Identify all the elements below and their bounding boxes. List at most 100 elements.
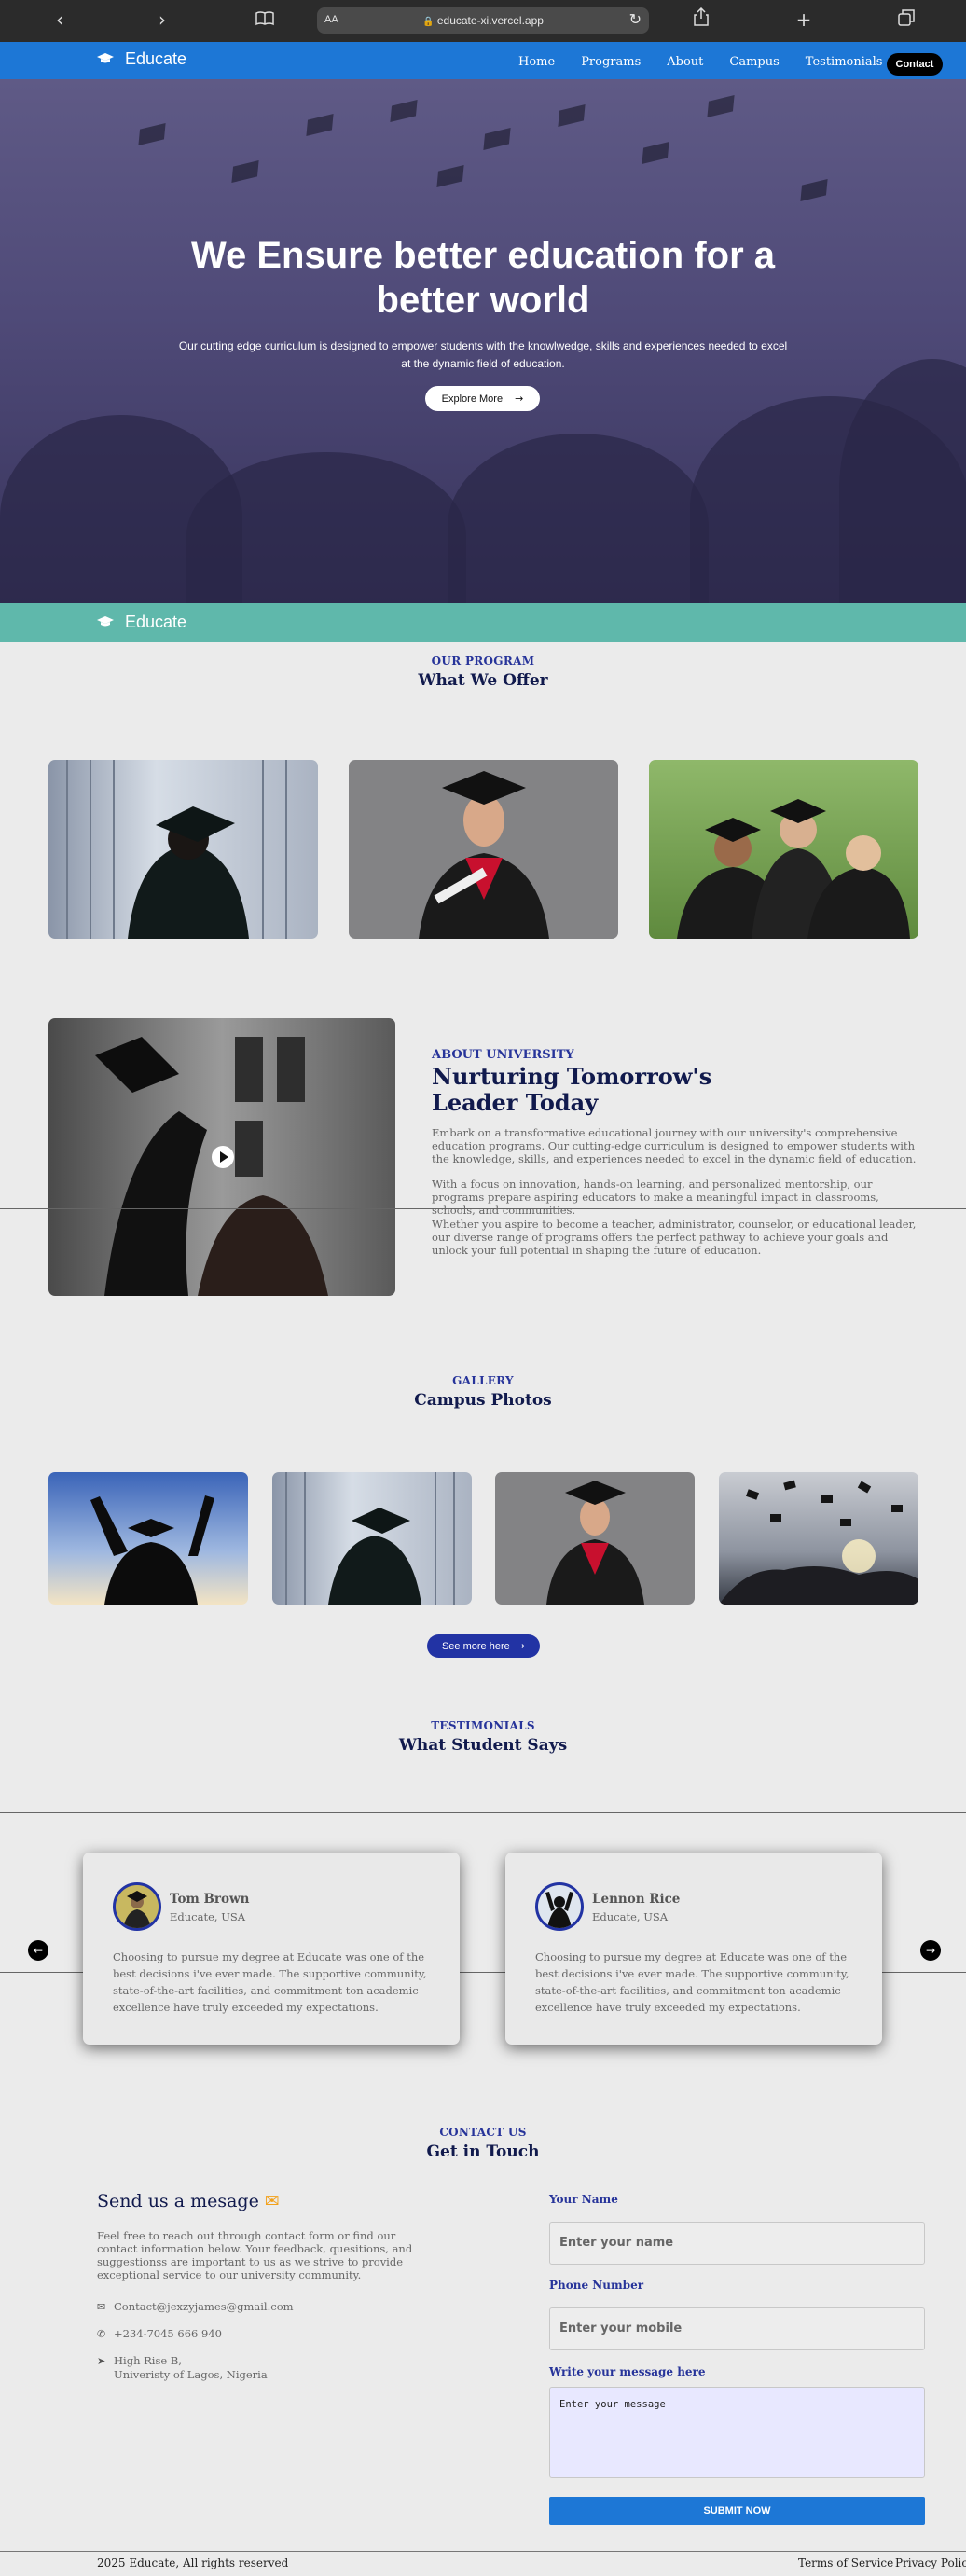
graduation-cap-icon [97,615,114,632]
browser-toolbar: ‹ › AA 🔒 educate-xi.vercel.app ↻ + [0,0,966,42]
share-icon[interactable] [688,7,714,32]
testimonial-text: Choosing to pursue my degree at Educate … [113,1950,427,2014]
contact-button[interactable]: Contact [887,53,943,76]
phone-input[interactable]: Enter your mobile [549,2307,925,2350]
new-tab-icon[interactable]: + [791,7,817,32]
copyright-text: 2025 Educate, All rights reserved [97,2556,289,2569]
divider-line [0,1208,966,1209]
terms-link[interactable]: Terms of Service [798,2556,893,2569]
testimonial-card: Lennon Rice Educate, USA Choosing to pur… [505,1853,882,2045]
avatar [113,1882,161,1931]
address-line-2: Univeristy of Lagos, Nigeria [114,2368,268,2381]
contact-email: ✉ Contact@jexzyjames@gmail.com [97,2300,294,2314]
program-photo-3[interactable] [649,760,918,939]
forward-icon[interactable]: › [149,7,175,32]
url-text: 🔒 educate-xi.vercel.app [317,14,649,27]
submit-button[interactable]: SUBMIT NOW [549,2497,925,2525]
gallery-title: Campus Photos [414,1391,552,1410]
nav-links: Home Programs About Campus Testimonials [518,55,882,69]
name-input[interactable]: Enter your name [549,2222,925,2265]
avatar [535,1882,584,1931]
arrow-left-icon: ← [33,1944,44,1957]
tabs-icon[interactable] [893,7,919,32]
program-title: What We Offer [418,671,548,690]
nav-link-about[interactable]: About [667,55,703,69]
testimonial-card: Tom Brown Educate, USA Choosing to pursu… [83,1853,460,2045]
phone-text: +234-7045 666 940 [114,2327,222,2340]
contact-kicker: CONTACT US [439,2126,527,2139]
message-label: Write your message here [549,2365,706,2378]
contact-address: ➤ High Rise B, Univeristy of Lagos, Niger… [97,2354,268,2382]
about-paragraph-1: Embark on a transformative educational j… [432,1126,917,1165]
location-arrow-icon: ➤ [97,2355,106,2367]
carousel-prev-button[interactable]: ← [28,1940,48,1961]
phone-label: Phone Number [549,2279,644,2292]
about-title: Nurturing Tomorrow's Leader Today [432,1063,712,1116]
testimonial-location: Educate, USA [592,1910,669,1923]
testimonial-location: Educate, USA [170,1910,246,1923]
explore-more-label: Explore More [441,393,504,405]
message-title-text: Send us a mesage [97,2191,259,2211]
address-line-1: High Rise B, [114,2354,182,2367]
brand-band: Educate [0,603,966,642]
testimonial-text: Choosing to pursue my degree at Educate … [535,1950,849,2014]
url-value: educate-xi.vercel.app [436,14,544,27]
about-kicker: ABOUT UNIVERSITY [432,1048,574,1062]
about-photo [48,1018,395,1296]
nav-link-home[interactable]: Home [518,55,555,69]
divider-line [0,1812,966,1813]
gallery-photo-4[interactable] [719,1472,918,1605]
email-icon: ✉ [97,2301,106,2313]
arrow-right-icon: → [925,1944,936,1957]
carousel-next-button[interactable]: → [920,1940,941,1961]
reload-icon[interactable]: ↻ [629,10,642,29]
gallery-kicker: GALLERY [452,1374,514,1387]
footer-divider [0,2551,966,2552]
gallery-photo-3[interactable] [495,1472,695,1605]
back-icon[interactable]: ‹ [47,7,73,32]
testimonials-kicker: TESTIMONIALS [431,1719,535,1732]
contact-title: Get in Touch [426,2142,540,2161]
testimonial-name: Tom Brown [170,1892,250,1907]
contact-description: Feel free to reach out through contact f… [97,2229,413,2281]
contact-phone: ✆ +234-7045 666 940 [97,2327,222,2341]
program-photo-2[interactable] [349,760,618,939]
program-photo-1[interactable] [48,760,318,939]
nav-link-testimonials[interactable]: Testimonials [806,55,883,69]
envelope-icon: ✉ [264,2191,280,2211]
navbar: Educate Home Programs About Campus Testi… [0,42,966,79]
play-video-button[interactable] [212,1146,234,1168]
message-textarea[interactable]: Enter your message [549,2387,925,2478]
arrow-right-icon: → [516,1640,526,1652]
see-more-label: See more here [441,1641,510,1652]
nav-link-programs[interactable]: Programs [581,55,641,69]
hero-subtitle: Our cutting edge curriculum is designed … [178,339,788,370]
testimonials-title: What Student Says [398,1736,568,1755]
program-kicker: OUR PROGRAM [431,654,535,668]
band-logo: Educate [97,613,186,632]
arrow-right-icon: → [515,393,524,405]
address-bar[interactable]: AA 🔒 educate-xi.vercel.app ↻ [317,7,649,34]
hero-title: We Ensure better education for a better … [190,235,776,321]
explore-more-button[interactable]: Explore More → [425,386,540,411]
about-paragraph-3: Whether you aspire to become a teacher, … [432,1218,917,1257]
phone-icon: ✆ [97,2328,106,2340]
nav-link-campus[interactable]: Campus [729,55,779,69]
privacy-link[interactable]: Privacy Policy [895,2556,966,2569]
testimonial-name: Lennon Rice [592,1892,681,1907]
name-label: Your Name [549,2193,618,2206]
graduation-cap-icon [97,52,114,69]
gallery-photo-2[interactable] [272,1472,472,1605]
band-brand-name: Educate [125,613,187,631]
brand-name: Educate [125,49,187,68]
see-more-button[interactable]: See more here → [427,1634,540,1658]
email-text: Contact@jexzyjames@gmail.com [114,2300,294,2313]
message-title: Send us a mesage ✉ [97,2191,280,2211]
bookmarks-icon[interactable] [252,7,278,32]
hero-section: We Ensure better education for a better … [0,79,966,603]
gallery-photo-1[interactable] [48,1472,248,1605]
about-paragraph-2: With a focus on innovation, hands-on lea… [432,1178,879,1217]
lock-icon: 🔒 [422,17,435,27]
brand-logo[interactable]: Educate [97,49,186,69]
play-icon [220,1151,228,1163]
